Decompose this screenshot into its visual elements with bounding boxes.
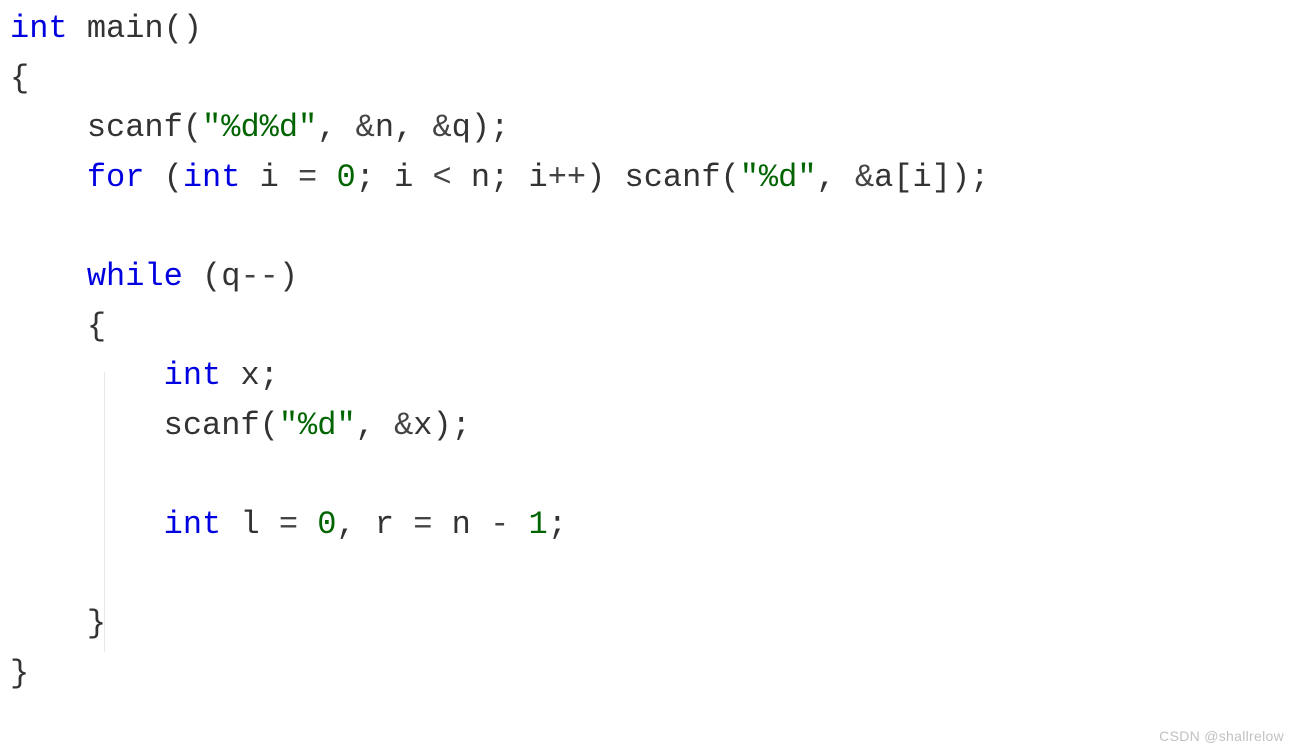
ident-x: x bbox=[240, 357, 259, 394]
eq: = bbox=[298, 159, 317, 196]
ident-i: i bbox=[260, 159, 279, 196]
comma: , bbox=[317, 109, 336, 146]
fn-main: main bbox=[87, 10, 164, 47]
amp: & bbox=[855, 159, 874, 196]
amp: & bbox=[432, 109, 451, 146]
semi: ; bbox=[490, 109, 509, 146]
comma: , bbox=[356, 407, 375, 444]
num-zero: 0 bbox=[336, 159, 355, 196]
keyword-int: int bbox=[10, 10, 68, 47]
ident-n: n bbox=[375, 109, 394, 146]
semi: ; bbox=[548, 506, 567, 543]
paren-open: ( bbox=[164, 10, 183, 47]
paren-open: ( bbox=[202, 258, 221, 295]
paren-close: ) bbox=[586, 159, 605, 196]
ident-x: x bbox=[413, 407, 432, 444]
amp: & bbox=[394, 407, 413, 444]
ident-i: i bbox=[394, 159, 413, 196]
fn-scanf: scanf bbox=[625, 159, 721, 196]
keyword-for: for bbox=[87, 159, 145, 196]
inc: ++ bbox=[548, 159, 586, 196]
string-fmt: "%d" bbox=[279, 407, 356, 444]
keyword-int: int bbox=[183, 159, 241, 196]
ident-a: a bbox=[874, 159, 893, 196]
paren-open: ( bbox=[721, 159, 740, 196]
fn-scanf: scanf bbox=[87, 109, 183, 146]
num-one: 1 bbox=[528, 506, 547, 543]
comma: , bbox=[817, 159, 836, 196]
dec: -- bbox=[240, 258, 278, 295]
brace-open: { bbox=[10, 60, 29, 97]
comma: , bbox=[336, 506, 355, 543]
paren-close: ) bbox=[951, 159, 970, 196]
rbracket: ] bbox=[932, 159, 951, 196]
ident-l: l bbox=[240, 506, 259, 543]
eq: = bbox=[413, 506, 432, 543]
semi: ; bbox=[260, 357, 279, 394]
lbracket: [ bbox=[893, 159, 912, 196]
keyword-while: while bbox=[87, 258, 183, 295]
comma: , bbox=[394, 109, 413, 146]
string-fmt: "%d%d" bbox=[202, 109, 317, 146]
paren-open: ( bbox=[183, 109, 202, 146]
keyword-int: int bbox=[164, 357, 222, 394]
fn-scanf: scanf bbox=[164, 407, 260, 444]
num-zero: 0 bbox=[317, 506, 336, 543]
ident-q: q bbox=[221, 258, 240, 295]
paren-open: ( bbox=[260, 407, 279, 444]
ident-r: r bbox=[375, 506, 394, 543]
eq: = bbox=[279, 506, 298, 543]
indent-guide bbox=[104, 372, 105, 652]
paren-close: ) bbox=[432, 407, 451, 444]
minus: - bbox=[490, 506, 509, 543]
string-fmt: "%d" bbox=[740, 159, 817, 196]
paren-close: ) bbox=[279, 258, 298, 295]
brace-open: { bbox=[87, 308, 106, 345]
ident-n: n bbox=[471, 159, 490, 196]
brace-close: } bbox=[10, 655, 29, 692]
code-block: int main() { scanf("%d%d", &n, &q); for … bbox=[0, 0, 1302, 702]
ident-i: i bbox=[528, 159, 547, 196]
semi: ; bbox=[490, 159, 509, 196]
semi: ; bbox=[970, 159, 989, 196]
paren-close: ) bbox=[183, 10, 202, 47]
amp: & bbox=[356, 109, 375, 146]
paren-open: ( bbox=[164, 159, 183, 196]
paren-close: ) bbox=[471, 109, 490, 146]
semi: ; bbox=[452, 407, 471, 444]
watermark: CSDN @shallrelow bbox=[1159, 726, 1284, 748]
semi: ; bbox=[356, 159, 375, 196]
lt: < bbox=[432, 159, 451, 196]
ident-i: i bbox=[913, 159, 932, 196]
ident-n: n bbox=[452, 506, 471, 543]
keyword-int: int bbox=[164, 506, 222, 543]
ident-q: q bbox=[452, 109, 471, 146]
